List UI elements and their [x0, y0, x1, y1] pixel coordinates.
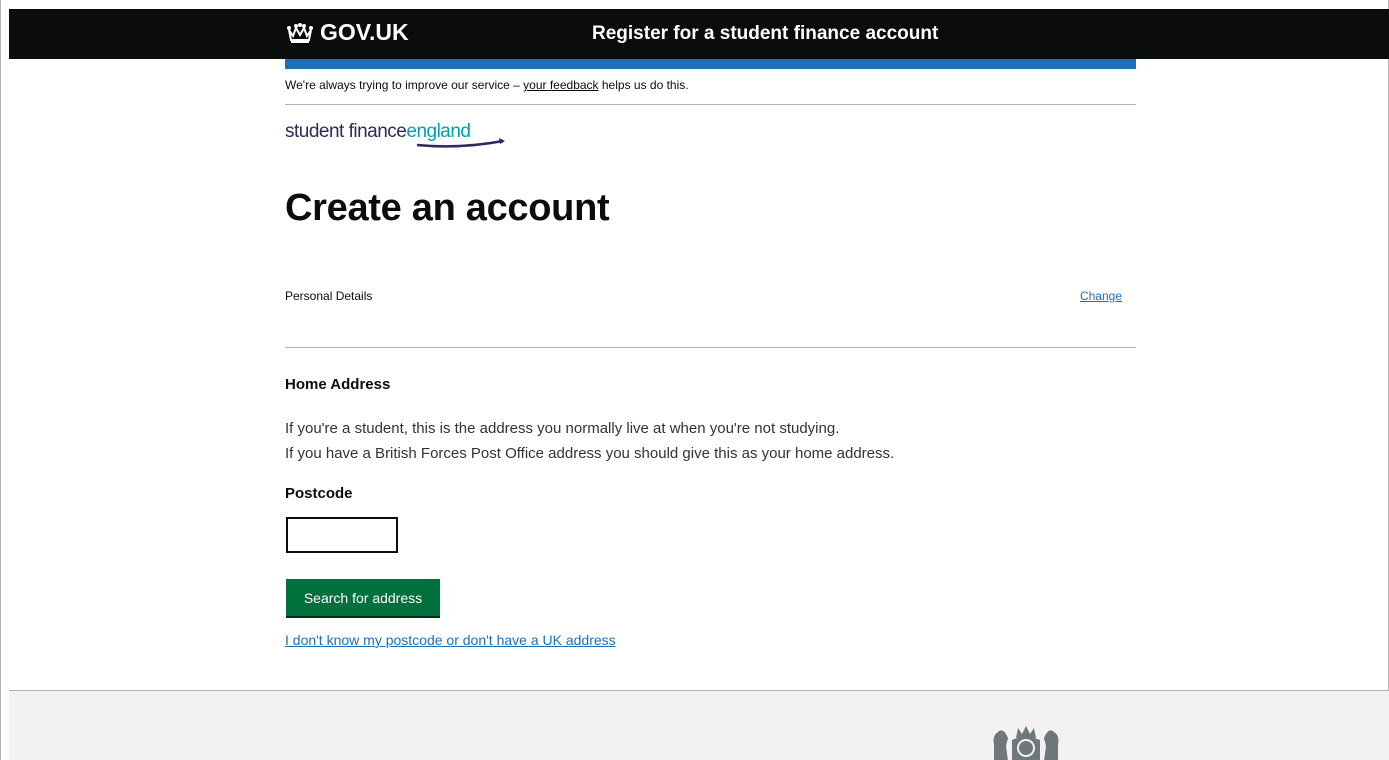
personal-details-summary-row: Personal Details Change [285, 288, 1136, 348]
footer [9, 690, 1389, 760]
royal-coat-of-arms-icon [993, 726, 1059, 760]
page-title: Create an account [285, 187, 610, 229]
home-address-heading: Home Address [285, 376, 391, 393]
sfe-swoosh-icon [416, 138, 505, 148]
postcode-input[interactable] [286, 517, 398, 553]
feedback-link[interactable]: your feedback [523, 78, 598, 92]
summary-key-personal-details: Personal Details [285, 289, 373, 303]
home-address-hint-line1: If you're a student, this is the address… [285, 420, 840, 437]
student-finance-england-logo: student financeengland [285, 121, 515, 157]
sfe-logo-word-student-finance: student finance [285, 121, 407, 142]
header-blue-bar [285, 59, 1136, 69]
service-name-link[interactable]: Register for a student finance account [592, 23, 938, 45]
home-address-hint-line2: If you have a British Forces Post Office… [285, 445, 895, 462]
search-for-address-button[interactable]: Search for address [286, 579, 440, 616]
feedback-banner: We're always trying to improve our servi… [285, 69, 1136, 105]
govuk-header: GOV.UK Register for a student finance ac… [9, 9, 1389, 59]
feedback-text-before: We're always trying to improve our servi… [285, 78, 524, 92]
crown-icon [287, 22, 313, 43]
postcode-label: Postcode [285, 485, 353, 502]
feedback-text-after: helps us do this. [598, 78, 689, 92]
govuk-logo-link[interactable]: GOV.UK [286, 19, 409, 46]
change-personal-details-link[interactable]: Change [1080, 289, 1122, 303]
no-postcode-link[interactable]: I don't know my postcode or don't have a… [285, 632, 616, 648]
govuk-logo-text: GOV.UK [320, 19, 409, 45]
browser-frame [0, 0, 1389, 760]
